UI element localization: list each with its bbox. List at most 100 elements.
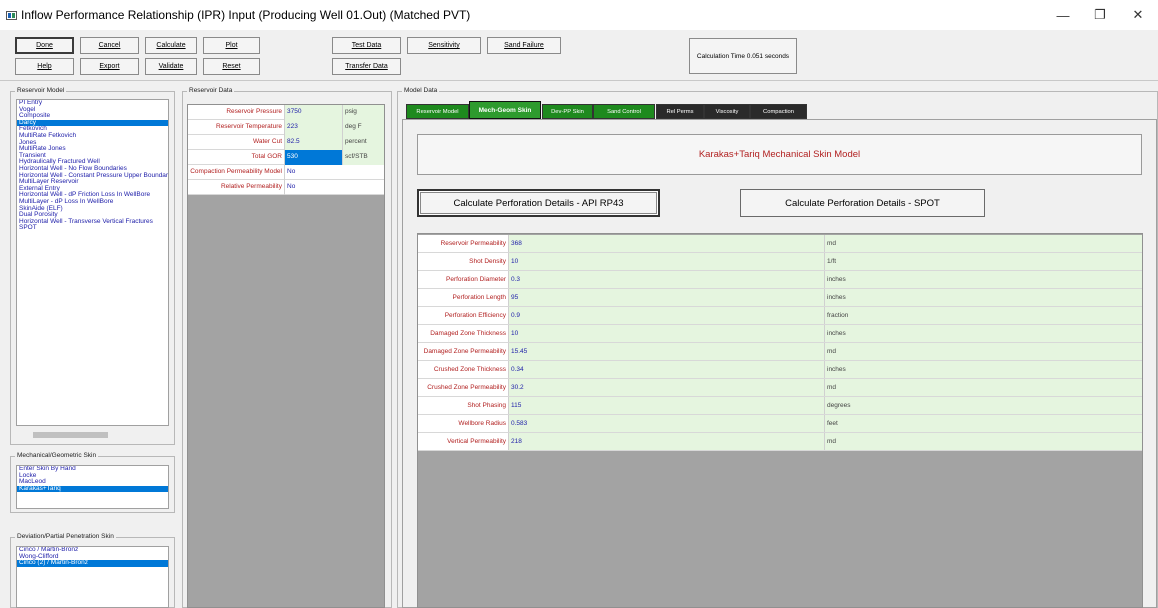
calc-perf-spot-button[interactable]: Calculate Perforation Details - SPOT [740,189,985,217]
list-item[interactable]: SPOT [17,225,168,232]
sand-failure-button[interactable]: Sand Failure [487,37,561,54]
reservoir-data-label: Reservoir Data [187,87,235,94]
field-label: Crushed Zone Permeability [427,384,506,391]
field-label: Vertical Permeability [447,438,506,445]
field-label: Reservoir Permeability [440,240,506,247]
list-horizontal-scrollbar[interactable] [33,432,108,438]
export-button[interactable]: Export [80,58,139,75]
table-row: Reservoir Permeability 368 md [418,235,1142,253]
unit-cell: inches [824,289,1142,306]
field-label: Relative Permeability [220,183,282,190]
total-gor-field[interactable]: 530 [284,150,342,165]
app-icon [6,11,17,20]
water-cut-field[interactable]: 82.5 [284,135,342,150]
unit-cell: fraction [824,307,1142,324]
field-label: Total GOR [251,153,282,160]
table-row: Vertical Permeability 218 md [418,433,1142,451]
field-label: Damaged Zone Permeability [423,348,506,355]
transfer-data-button[interactable]: Transfer Data [332,58,401,75]
model-title: Karakas+Tariq Mechanical Skin Model [417,134,1142,175]
table-row: Damaged Zone Thickness 10 inches [418,325,1142,343]
unit-cell: inches [824,325,1142,342]
tab-mech-geom-skin[interactable]: Mech-Geom Skin [469,101,541,119]
field-label: Water Cut [252,138,282,145]
reservoir-model-list[interactable]: PI Entry Vogel Composite Darcy Fetkovich… [16,99,169,426]
field-label: Perforation Diameter [446,276,506,283]
done-button[interactable]: Done [15,37,74,54]
damaged-zone-permeability-field[interactable]: 15.45 [508,343,824,360]
tab-dev-pp-skin[interactable]: Dev-PP Skin [542,104,593,119]
unit-cell: md [824,343,1142,360]
table-row: Reservoir Pressure 3750 psig [188,105,384,120]
crushed-zone-thickness-field[interactable]: 0.34 [508,361,824,378]
unit-cell: 1/ft [824,253,1142,270]
field-label: Perforation Efficiency [444,312,506,319]
unit-cell: md [824,433,1142,450]
unit-cell: md [824,379,1142,396]
tab-sand-control[interactable]: Sand Control [593,104,655,119]
title-bar: Inflow Performance Relationship (IPR) In… [0,0,1158,30]
unit-cell: scf/STB [342,150,384,165]
list-item[interactable]: Enter Skin By Hand [17,466,168,473]
dev-skin-label: Deviation/Partial Penetration Skin [15,533,116,540]
list-item[interactable]: Horizontal Well - Transverse Vertical Fr… [17,218,168,226]
tab-compaction[interactable]: Compaction [750,104,807,119]
unit-cell: deg F [342,120,384,135]
table-row: Perforation Efficiency 0.9 fraction [418,307,1142,325]
wellbore-radius-field[interactable]: 0.583 [508,415,824,432]
help-button[interactable]: Help [15,58,74,75]
relative-permeability-field[interactable]: No [284,180,384,195]
table-row: Relative Permeability No [188,180,384,195]
unit-cell: psig [342,105,384,120]
shot-phasing-field[interactable]: 115 [508,397,824,414]
list-item-selected[interactable]: Cinco (2) / Martin-Bronz [17,560,168,567]
list-item[interactable]: Composite [17,113,168,120]
table-row: Compaction Permeability Model No [188,165,384,180]
test-data-button[interactable]: Test Data [332,37,401,54]
reservoir-model-label: Reservoir Model [15,87,67,94]
reservoir-permeability-field[interactable]: 368 [508,235,824,252]
reservoir-temperature-field[interactable]: 223 [284,120,342,135]
table-row: Damaged Zone Permeability 15.45 md [418,343,1142,361]
field-label: Perforation Length [452,294,506,301]
compaction-model-field[interactable]: No [284,165,384,180]
sensitivity-button[interactable]: Sensitivity [407,37,481,54]
field-label: Shot Phasing [467,402,506,409]
table-row: Crushed Zone Permeability 30.2 md [418,379,1142,397]
tab-rel-perms[interactable]: Rel Perms [656,104,704,119]
list-item[interactable]: PI Entry [17,100,168,107]
tab-reservoir-model[interactable]: Reservoir Model [406,104,469,119]
minimize-button[interactable]: — [1049,4,1077,26]
tab-viscosity[interactable]: Viscosity [704,104,750,119]
list-item-selected[interactable]: Karakas+Tariq [17,485,168,493]
unit-cell: inches [824,361,1142,378]
perforation-data-grid: Reservoir Permeability 368 md Shot Densi… [417,233,1143,608]
perforation-efficiency-field[interactable]: 0.9 [508,307,824,324]
calculate-button[interactable]: Calculate [145,37,197,54]
perforation-diameter-field[interactable]: 0.3 [508,271,824,288]
perforation-length-field[interactable]: 95 [508,289,824,306]
unit-cell: inches [824,271,1142,288]
validate-button[interactable]: Validate [145,58,197,75]
vertical-permeability-field[interactable]: 218 [508,433,824,450]
calc-perf-api-button[interactable]: Calculate Perforation Details - API RP43 [417,189,660,217]
model-data-label: Model Data [402,87,440,94]
toolbar-divider [0,80,1158,81]
cancel-button[interactable]: Cancel [80,37,139,54]
damaged-zone-thickness-field[interactable]: 10 [508,325,824,342]
mech-skin-list[interactable]: Enter Skin By Hand Locke MacLeod Karakas… [16,465,169,509]
reset-button[interactable]: Reset [203,58,260,75]
table-row: Water Cut 82.5 percent [188,135,384,150]
restore-button[interactable]: ❐ [1086,4,1114,26]
table-row: Perforation Length 95 inches [418,289,1142,307]
dev-skin-list[interactable]: Cinco / Martin-Bronz Wong-Clifford Cinco… [16,546,169,608]
crushed-zone-permeability-field[interactable]: 30.2 [508,379,824,396]
field-label: Compaction Permeability Model [190,168,282,175]
list-item[interactable]: MultiRate Fetkovich [17,132,168,140]
reservoir-pressure-field[interactable]: 3750 [284,105,342,120]
shot-density-field[interactable]: 10 [508,253,824,270]
table-row: Reservoir Temperature 223 deg F [188,120,384,135]
close-button[interactable]: ✕ [1124,4,1152,26]
table-row: Shot Density 10 1/ft [418,253,1142,271]
plot-button[interactable]: Plot [203,37,260,54]
